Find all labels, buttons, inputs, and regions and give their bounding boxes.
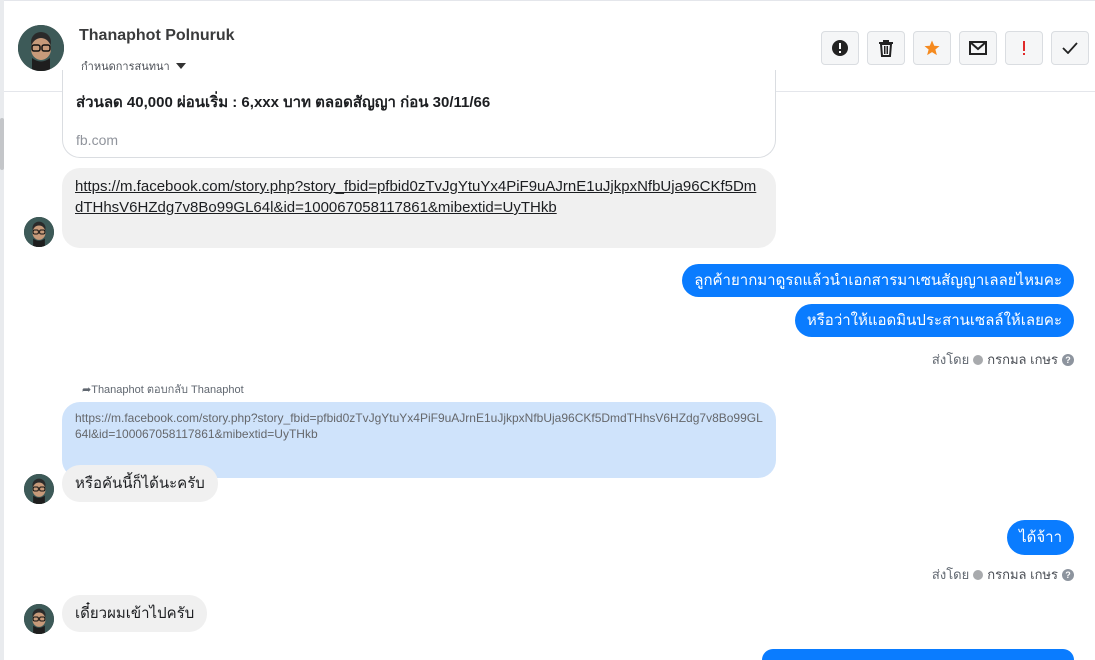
delete-button[interactable] xyxy=(867,31,905,65)
sender-name: กรกมล เกษร xyxy=(987,567,1058,582)
sent-by-label: ส่งโดย xyxy=(931,352,970,367)
check-icon xyxy=(1062,42,1078,54)
link-preview-domain: fb.com xyxy=(76,132,119,148)
done-button[interactable] xyxy=(1051,31,1089,65)
outgoing-message: หรือว่าให้แอดมินประสานเซลล์ให้เลยคะ xyxy=(794,304,1074,337)
help-icon[interactable]: ? xyxy=(1062,353,1074,366)
trash-icon xyxy=(879,40,893,57)
sent-by-info: ส่งโดย กรกมล เกษร ? xyxy=(932,349,1074,370)
important-button[interactable] xyxy=(1005,31,1043,65)
link-preview-card[interactable]: ส่วนลด 40,000 ผ่อนเริ่ม : 6,xxx บาท ตลอด… xyxy=(62,70,776,158)
outgoing-message-partial xyxy=(762,649,1074,660)
contact-name: Thanaphot Polnuruk xyxy=(79,27,235,44)
star-icon xyxy=(924,40,940,56)
alert-icon xyxy=(832,40,848,56)
contact-avatar-small[interactable] xyxy=(24,474,54,504)
link-preview-title: ส่วนลด 40,000 ผ่อนเริ่ม : 6,xxx บาท ตลอด… xyxy=(76,94,491,111)
incoming-message: เดี๋ยวผมเข้าไปครับ xyxy=(62,595,208,632)
left-scroll-edge xyxy=(0,0,4,660)
scrollbar-thumb[interactable] xyxy=(0,118,4,170)
sender-name: กรกมล เกษร xyxy=(987,352,1058,367)
contact-avatar-small[interactable] xyxy=(24,604,54,634)
toolbar-actions xyxy=(821,31,1089,65)
star-button[interactable] xyxy=(913,31,951,65)
incoming-link-message: https://m.facebook.com/story.php?story_f… xyxy=(62,168,776,248)
sent-by-info: ส่งโดย กรกมล เกษร ? xyxy=(932,564,1074,585)
contact-avatar-small[interactable] xyxy=(24,217,54,247)
mail-icon xyxy=(969,41,987,55)
spam-button[interactable] xyxy=(821,31,859,65)
sent-by-label: ส่งโดย xyxy=(931,567,970,582)
mark-unread-button[interactable] xyxy=(959,31,997,65)
agent-status-icon xyxy=(973,569,984,580)
story-link[interactable]: https://m.facebook.com/story.php?story_f… xyxy=(75,178,756,216)
incoming-message: หรือคันนี้ก็ได้นะครับ xyxy=(62,465,218,502)
outgoing-message: ได้จ้าา xyxy=(1007,520,1074,555)
outgoing-message: ลูกค้ายากมาดูรถแล้วนำเอกสารมาเซนสัญญาเลล… xyxy=(682,264,1074,297)
reply-arrow-icon: ➦ xyxy=(82,384,92,396)
caret-down-icon xyxy=(175,63,186,69)
exclamation-icon xyxy=(1023,41,1025,55)
reply-meta: ➦Thanaphot ตอบกลับ Thanaphot xyxy=(82,384,244,396)
agent-status-icon xyxy=(973,354,984,365)
help-icon[interactable]: ? xyxy=(1062,568,1074,581)
contact-avatar[interactable] xyxy=(18,25,64,71)
